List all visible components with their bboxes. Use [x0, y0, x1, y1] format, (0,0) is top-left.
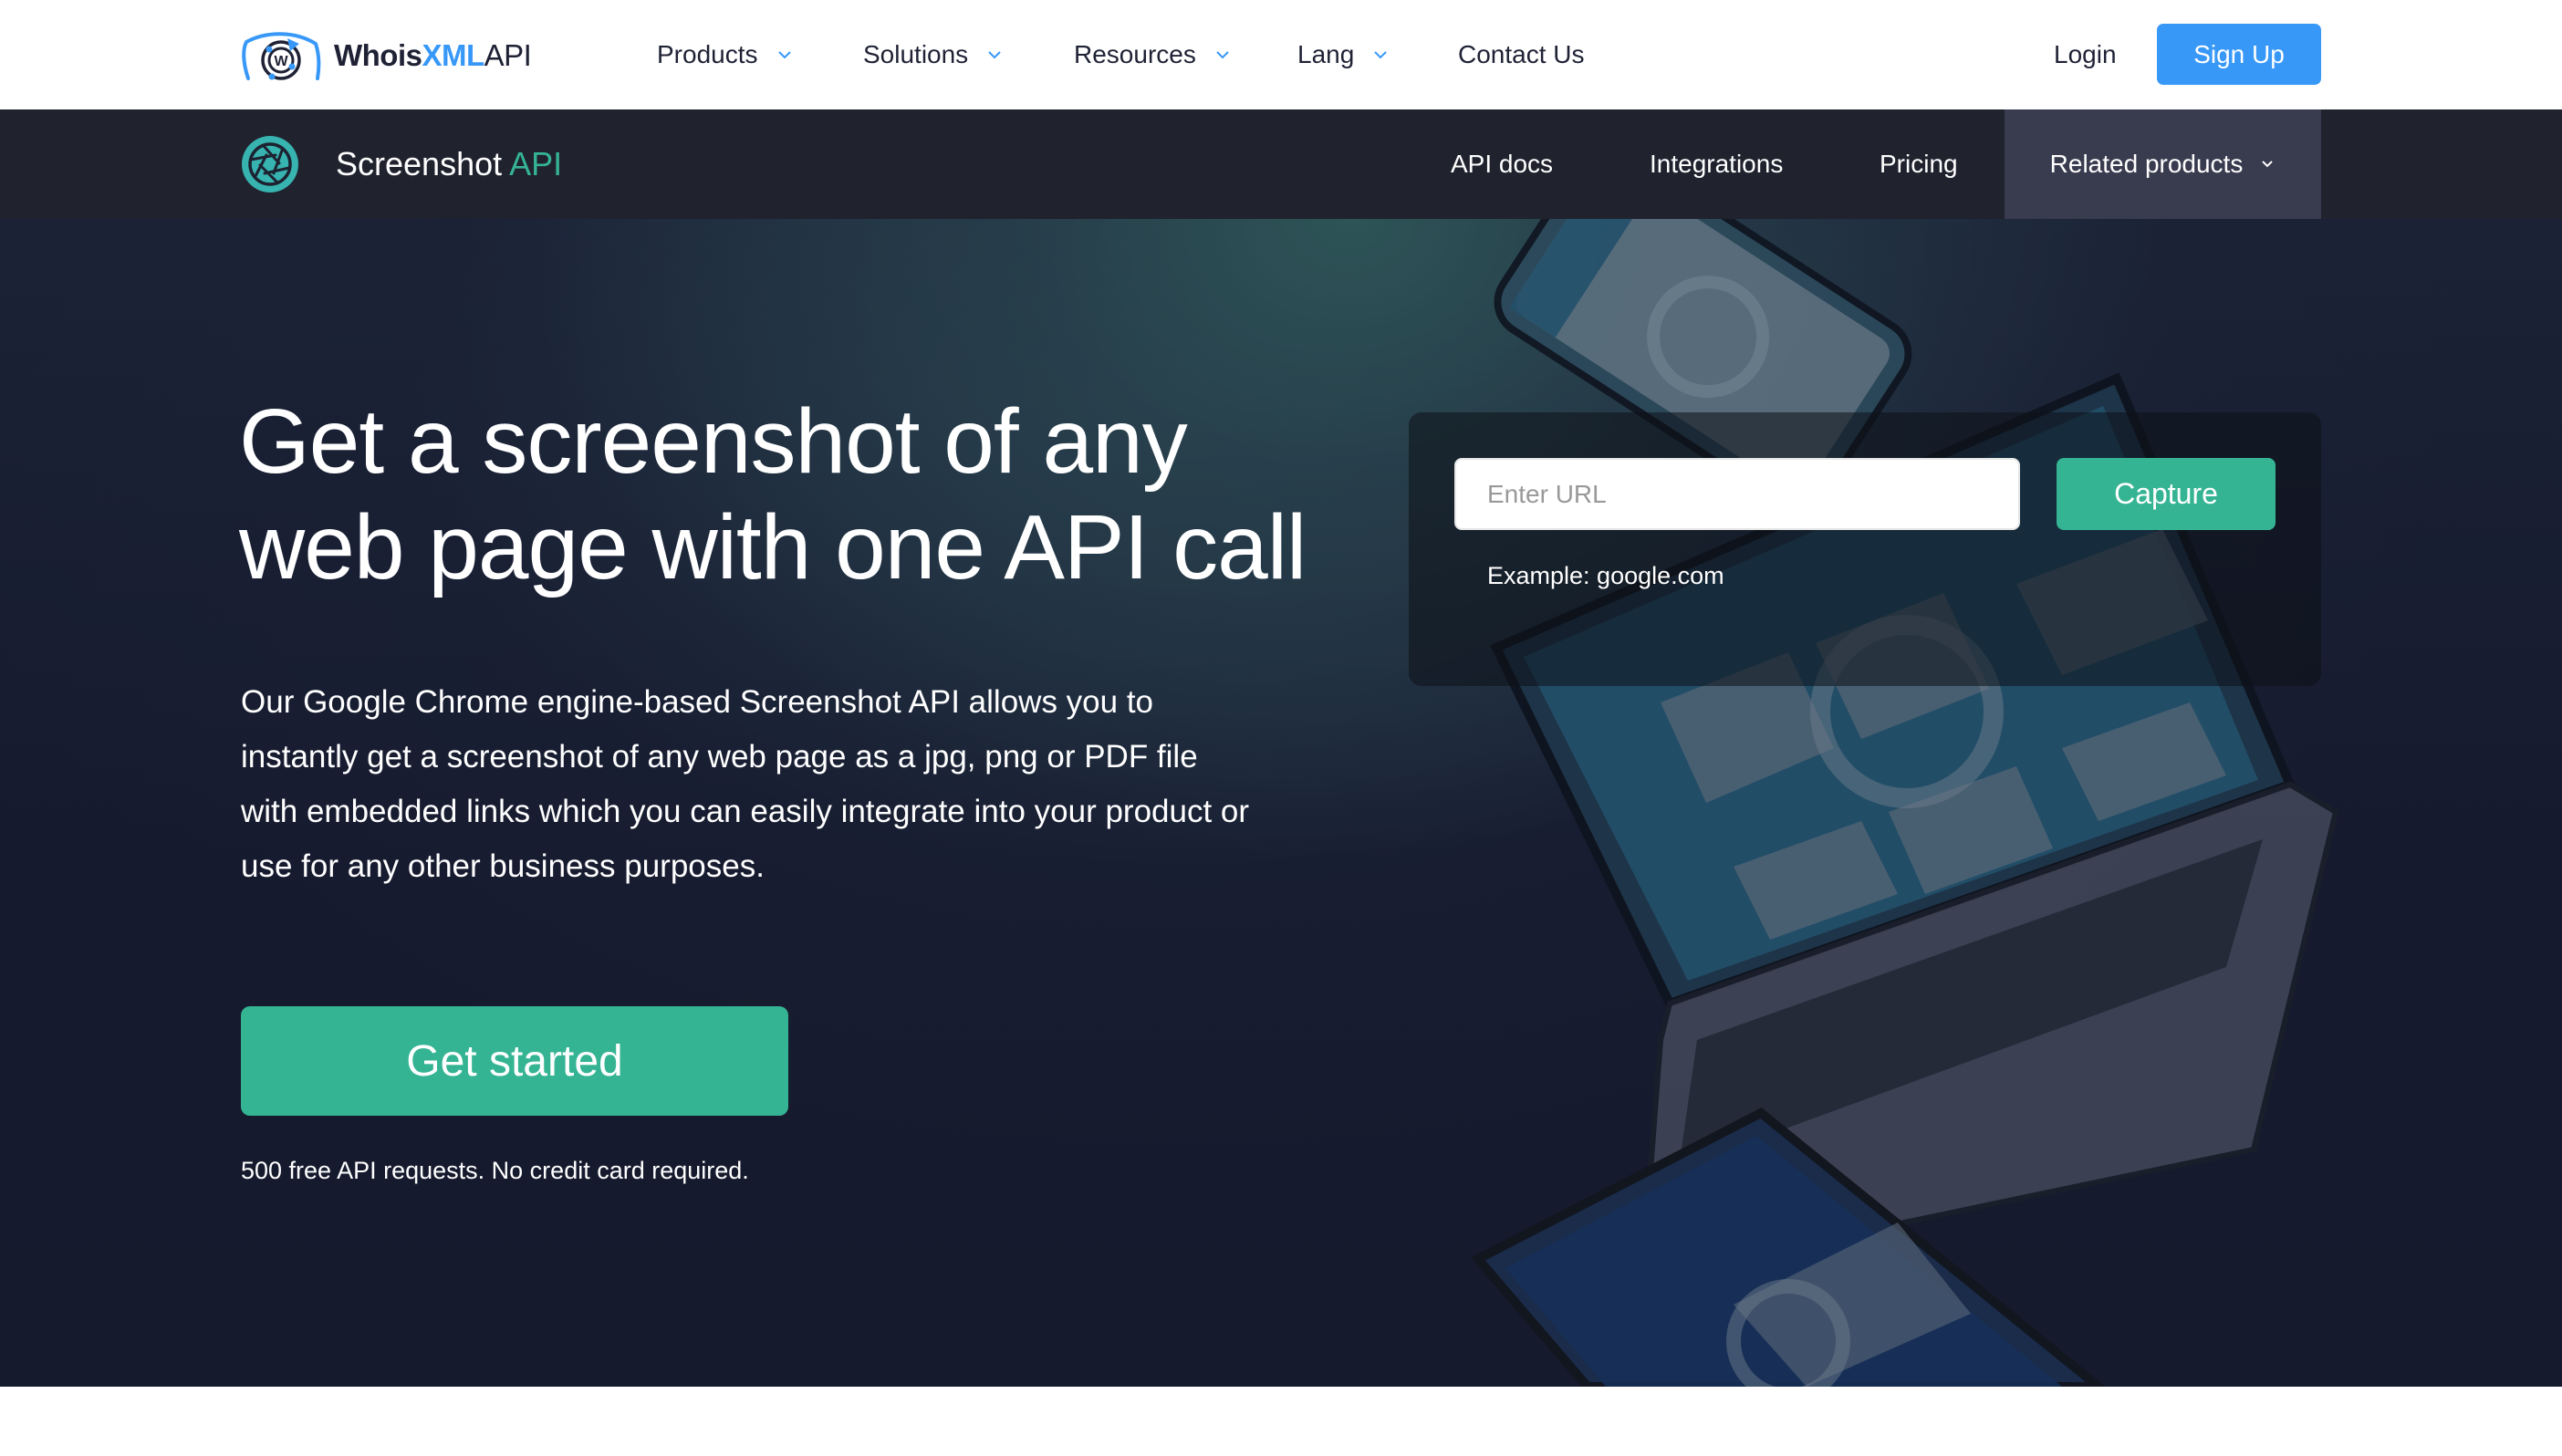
nav-lang-label: Lang: [1297, 40, 1355, 68]
hero-heading-line-2: web page with one API call: [239, 496, 1307, 598]
hero-description: Our Google Chrome engine-based Screensho…: [241, 684, 1250, 884]
get-started-button[interactable]: Get started: [241, 1006, 788, 1116]
chevron-down-icon: [776, 47, 793, 63]
nav-contact-us-label: Contact Us: [1458, 40, 1585, 68]
hero-section: Get a screenshot of any web page with on…: [0, 219, 2562, 1387]
nav-lang[interactable]: Lang: [1297, 36, 1389, 73]
chevron-down-icon: [1214, 47, 1231, 63]
logo-text-whois: Whois: [334, 37, 422, 72]
product-title[interactable]: Screenshot API: [336, 146, 562, 182]
whoisxml-radar-logo-icon: W: [242, 32, 321, 80]
login-link[interactable]: Login: [2054, 36, 2117, 73]
whoisxmlapi-logo[interactable]: W WhoisXMLAPI: [239, 26, 532, 84]
nav-products-label: Products: [657, 40, 758, 68]
subnav-integrations[interactable]: Integrations: [1650, 146, 1783, 182]
nav-resources-label: Resources: [1074, 40, 1196, 68]
logo-text-api: API: [484, 37, 532, 72]
hero-heading: Get a screenshot of any web page with on…: [239, 389, 1334, 600]
camera-aperture-icon[interactable]: [241, 135, 299, 193]
url-example-hint: Example: google.com: [1487, 562, 1724, 589]
nav-contact-us[interactable]: Contact Us: [1458, 36, 1585, 73]
top-header: W WhoisXMLAPI Products Solutions Resourc…: [0, 0, 2562, 109]
chevron-down-icon: [986, 47, 1003, 63]
nav-resources[interactable]: Resources: [1074, 36, 1231, 73]
subnav-api-docs[interactable]: API docs: [1451, 146, 1553, 182]
related-products-label: Related products: [2049, 150, 2244, 178]
logo-wordmark: WhoisXMLAPI: [334, 37, 532, 72]
chevron-down-icon: [1372, 47, 1389, 63]
logo-text-xml: XML: [422, 37, 484, 72]
sign-up-button[interactable]: Sign Up: [2157, 24, 2321, 85]
subnav-related-products[interactable]: Related products: [2005, 109, 2321, 219]
capture-form-panel: Capture Example: google.com: [1409, 412, 2321, 686]
hero-heading-line-1: Get a screenshot of any: [239, 390, 1188, 493]
nav-solutions[interactable]: Solutions: [863, 36, 1003, 73]
subnav-pricing[interactable]: Pricing: [1880, 146, 1958, 182]
url-input[interactable]: [1454, 458, 2020, 530]
free-requests-note: 500 free API requests. No credit card re…: [241, 1157, 749, 1184]
chevron-down-icon: [2259, 156, 2276, 172]
capture-button[interactable]: Capture: [2057, 458, 2276, 530]
nav-solutions-label: Solutions: [863, 40, 969, 68]
svg-text:W: W: [274, 54, 288, 69]
nav-products[interactable]: Products: [657, 36, 793, 73]
product-name: Screenshot: [336, 145, 503, 182]
product-suffix: API: [509, 145, 563, 182]
